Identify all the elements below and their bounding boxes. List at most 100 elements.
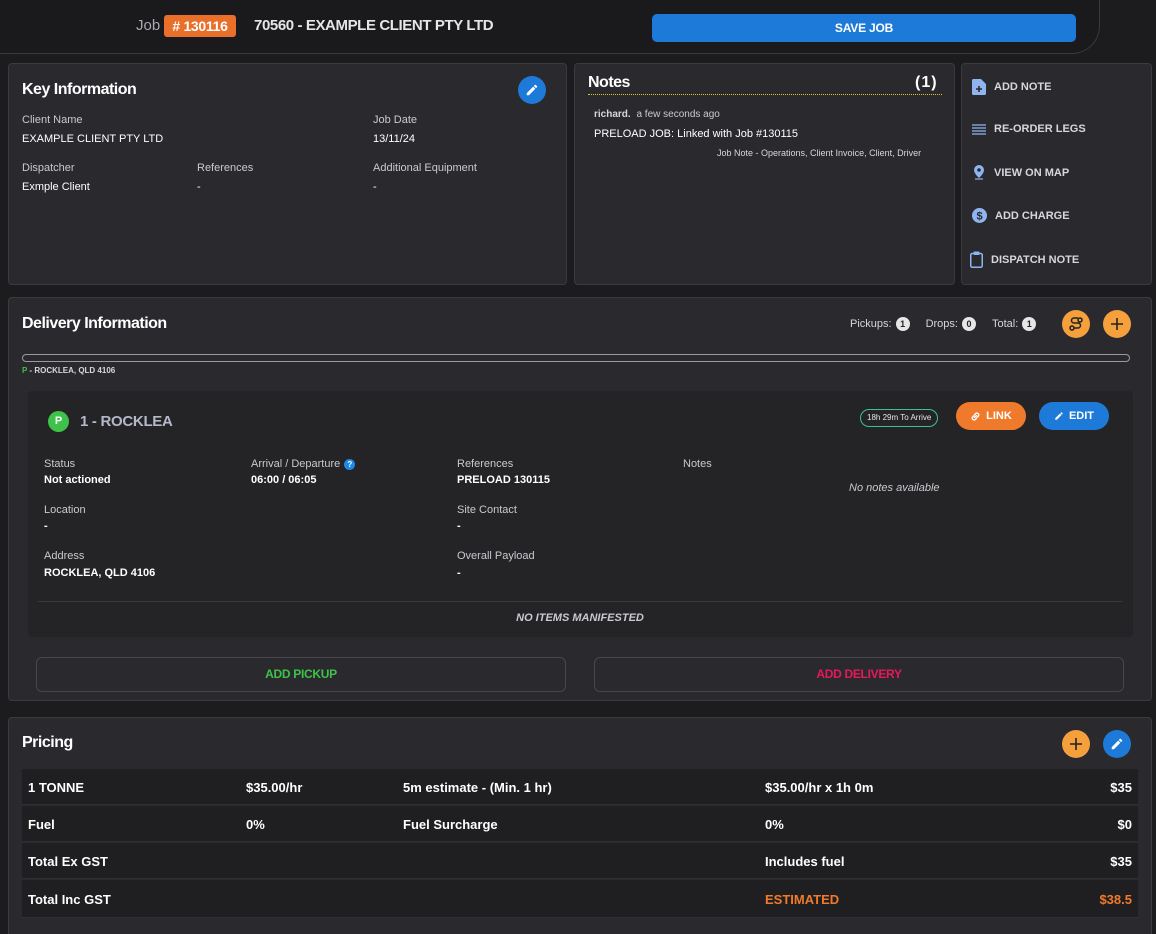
client-name-label: Client Name (22, 114, 83, 126)
pricing-cell: Includes fuel (765, 854, 845, 869)
pricing-cell: 5m estimate - (Min. 1 hr) (403, 780, 552, 795)
notes-panel (574, 63, 955, 285)
address-label: Address (44, 550, 85, 562)
job-label: Job (136, 17, 161, 34)
pencil-icon (1055, 412, 1063, 420)
leg-counts: Pickups: 1 Drops: 0 Total: 1 (850, 317, 1037, 331)
notes-divider (588, 94, 942, 95)
leg-references-value: PRELOAD 130115 (457, 474, 550, 486)
notes-count: (1) (915, 74, 938, 91)
pricing-cell: 1 TONNE (28, 780, 85, 795)
pickups-count: 1 (895, 317, 910, 331)
location-label: Location (44, 504, 86, 516)
view-on-map-label: VIEW ON MAP (994, 166, 1070, 179)
pricing-row: Total Inc GST ESTIMATED $38.5 (22, 880, 1138, 918)
site-contact-label: Site Contact (457, 504, 517, 516)
reorder-legs-button[interactable]: RE-ORDER LEGS (972, 122, 1086, 136)
link-button[interactable]: LINK (956, 402, 1026, 430)
add-charge-button[interactable]: $ ADD CHARGE (972, 208, 1070, 223)
note-text: PRELOAD JOB: Linked with Job #130115 (594, 128, 799, 140)
note-time: a few seconds ago (636, 109, 720, 120)
dispatch-note-button[interactable]: DISPATCH NOTE (970, 251, 1079, 268)
dispatcher-value: Exmple Client (22, 181, 90, 193)
view-on-map-button[interactable]: VIEW ON MAP (972, 165, 1069, 180)
edit-label: EDIT (1068, 410, 1095, 422)
delivery-information-title: Delivery Information (22, 315, 167, 332)
payload-value: - (457, 567, 461, 579)
pricing-cell: Fuel (28, 817, 55, 832)
dollar-icon: $ (972, 208, 987, 223)
client-name-value: EXAMPLE CLIENT PTY LTD (22, 133, 164, 145)
note-author: richard. (594, 109, 631, 120)
add-delivery-button[interactable]: ADD DELIVERY (594, 657, 1124, 692)
drops-count: 0 (961, 317, 976, 331)
manifest-text: NO ITEMS MANIFESTED (516, 612, 644, 624)
pickup-badge: P (48, 411, 69, 432)
pricing-cell: 0% (246, 817, 265, 832)
arrival-value: 06:00 / 06:05 (251, 474, 317, 486)
dispatcher-label: Dispatcher (22, 162, 75, 174)
pricing-cell: 0% (765, 817, 784, 832)
pricing-cell: $35.00/hr (246, 780, 303, 795)
references-value: - (197, 181, 201, 193)
eta-badge: 18h 29m To Arrive (860, 409, 939, 427)
payload-label: Overall Payload (457, 550, 535, 562)
leg-references-label: References (457, 458, 514, 470)
manifest-divider (38, 601, 1122, 602)
pricing-row: 1 TONNE $35.00/hr 5m estimate - (Min. 1 … (22, 769, 1138, 805)
pricing-cell: $35.00/hr x 1h 0m (765, 780, 874, 795)
add-pickup-button[interactable]: ADD PICKUP (36, 657, 566, 692)
add-note-label: ADD NOTE (994, 81, 1052, 93)
leg-notes-value: No notes available (849, 482, 940, 494)
map-pin-icon (974, 165, 984, 180)
arrival-label-group: Arrival / Departure ? (251, 458, 356, 470)
address-value: ROCKLEA, QLD 4106 (44, 567, 156, 579)
progress-location: - ROCKLEA, QLD 4106 (27, 366, 116, 375)
additional-equipment-label: Additional Equipment (373, 162, 477, 174)
save-job-button[interactable]: SAVE JOB (652, 14, 1076, 42)
notes-title: Notes (588, 74, 630, 91)
edit-key-info-button[interactable] (518, 76, 546, 104)
add-note-button[interactable]: ADD NOTE (972, 79, 1051, 95)
help-icon[interactable]: ? (344, 458, 356, 470)
total-inc-gst-value: $38.5 (1099, 892, 1132, 907)
status-value: Not actioned (44, 474, 111, 486)
clipboard-icon (970, 251, 983, 268)
status-label: Status (44, 458, 76, 470)
add-price-button[interactable] (1062, 730, 1090, 758)
plus-icon (1111, 318, 1123, 330)
pencil-icon (526, 84, 538, 96)
dispatch-note-label: DISPATCH NOTE (991, 253, 1080, 266)
pricing-cell: Fuel Surcharge (403, 817, 498, 832)
note-meta: Job Note - Operations, Client Invoice, C… (717, 148, 922, 158)
note-header: richard. a few seconds ago (594, 109, 720, 120)
total-count: 1 (1022, 317, 1037, 331)
link-label: LINK (986, 410, 1012, 422)
route-button[interactable] (1062, 310, 1090, 338)
edit-pricing-button[interactable] (1103, 730, 1131, 758)
reorder-legs-label: RE-ORDER LEGS (994, 123, 1086, 135)
arrival-label: Arrival / Departure (251, 458, 341, 470)
pricing-row: Fuel 0% Fuel Surcharge 0% $0 (22, 806, 1138, 842)
key-information-title: Key Information (22, 81, 137, 98)
route-progress-bar (22, 354, 1130, 362)
svg-text:$: $ (976, 210, 982, 222)
pricing-cell: Total Inc GST (28, 892, 111, 907)
pricing-cell: $35 (1110, 854, 1132, 869)
references-label: References (197, 162, 254, 174)
edit-leg-button[interactable]: EDIT (1039, 402, 1109, 430)
pricing-row: Total Ex GST Includes fuel $35 (22, 843, 1138, 879)
location-value: - (44, 520, 48, 532)
link-icon (971, 411, 980, 421)
pricing-table: 1 TONNE $35.00/hr 5m estimate - (Min. 1 … (22, 769, 1138, 919)
add-leg-button[interactable] (1103, 310, 1131, 338)
plus-icon (1070, 738, 1082, 750)
reorder-icon (972, 124, 986, 135)
add-charge-label: ADD CHARGE (995, 209, 1070, 222)
note-add-icon (972, 79, 986, 95)
job-date-label: Job Date (373, 114, 418, 126)
pricing-cell: Total Ex GST (28, 854, 108, 869)
total-label: Total: (991, 318, 1019, 330)
leg-notes-label: Notes (683, 458, 712, 470)
drops-label: Drops: (925, 318, 958, 330)
